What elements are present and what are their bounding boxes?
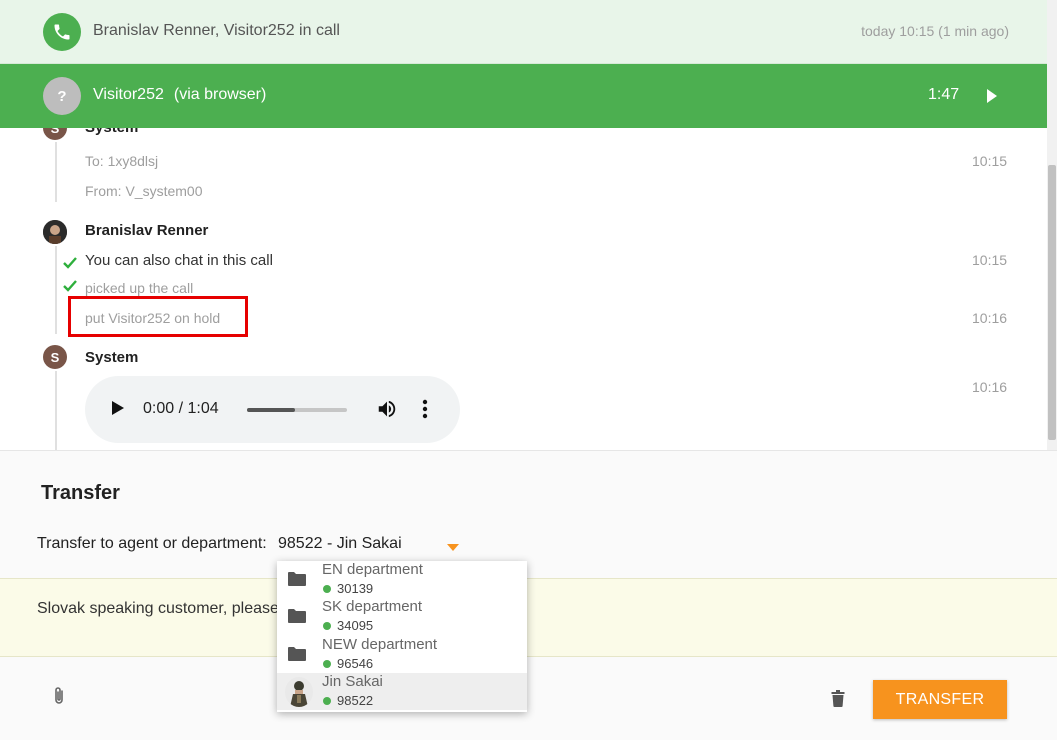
dropdown-option[interactable]: EN department 30139 (277, 561, 527, 598)
message-time: 10:16 (972, 379, 1008, 395)
play-recording-icon[interactable] (985, 88, 999, 109)
chat-message: To: 1xy8dlsj (85, 153, 159, 169)
transfer-note-text[interactable]: Slovak speaking customer, please (37, 600, 279, 618)
more-options-icon[interactable] (422, 399, 428, 424)
trash-icon[interactable] (831, 690, 845, 712)
call-header: Branislav Renner, Visitor252 in call tod… (0, 0, 1047, 64)
transfer-button[interactable]: TRANSFER (873, 680, 1007, 719)
highlight-box (68, 296, 248, 337)
volume-icon[interactable] (376, 398, 398, 425)
transfer-panel: Transfer Transfer to agent or department… (0, 450, 1057, 578)
option-number: 30139 (337, 581, 374, 596)
visitor-avatar: ? (43, 77, 81, 115)
chat-history: S System To: 1xy8dlsj 10:15 From: V_syst… (0, 128, 1047, 450)
thread-line (55, 142, 57, 202)
transfer-label: Transfer to agent or department: (37, 535, 267, 552)
chat-scrollbar-thumb[interactable] (1048, 165, 1056, 440)
agent-sender: Branislav Renner (85, 222, 209, 239)
system-sender: System (85, 128, 138, 136)
chat-message: You can also chat in this call (85, 252, 273, 269)
visitor-bar[interactable]: ? Visitor252 (via browser) 1:47 (0, 64, 1047, 128)
call-title: Branislav Renner, Visitor252 in call (93, 22, 340, 39)
online-status-dot (323, 622, 331, 630)
option-number: 96546 (337, 656, 374, 671)
audio-player[interactable]: 0:00 / 1:04 (85, 376, 460, 443)
chat-message: From: V_system00 (85, 183, 203, 199)
phone-icon (43, 13, 81, 51)
thread-line (55, 246, 57, 334)
visitor-name-line: Visitor252 (via browser) (93, 86, 266, 104)
visitor-name: Visitor252 (93, 86, 164, 103)
option-number: 34095 (337, 618, 374, 633)
agent-avatar (285, 677, 313, 707)
call-detail-view: Branislav Renner, Visitor252 in call tod… (0, 0, 1057, 740)
call-time: today 10:15 (1 min ago) (861, 23, 1009, 39)
audio-total: 1:04 (187, 400, 219, 417)
thread-line (55, 371, 57, 450)
call-duration: 1:47 (928, 86, 960, 103)
audio-play-icon[interactable] (111, 400, 125, 421)
audio-progress-fill (247, 408, 295, 412)
footer-bar: TRANSFER (0, 657, 1057, 740)
audio-separator: / (178, 400, 184, 417)
system-avatar: S (43, 128, 67, 140)
system-avatar: S (43, 345, 67, 369)
transfer-dropdown: EN department 30139 SK department 34095 … (277, 561, 527, 712)
option-name: EN department (322, 561, 423, 578)
visitor-via: (via browser) (173, 86, 267, 103)
delivered-check-icon (62, 256, 78, 275)
message-time: 10:15 (972, 252, 1008, 268)
option-name: SK department (322, 598, 423, 615)
paperclip-icon[interactable] (52, 686, 66, 711)
chat-message: picked up the call (85, 280, 194, 296)
audio-time: 0:00 / 1:04 (143, 400, 219, 418)
option-name: Jin Sakai (322, 673, 383, 690)
transfer-note[interactable]: Slovak speaking customer, please (0, 578, 1057, 657)
audio-current: 0:00 (143, 400, 175, 417)
agent-avatar (43, 220, 67, 244)
transfer-heading: Transfer (41, 482, 120, 504)
message-time: 10:16 (972, 310, 1008, 326)
folder-icon (287, 646, 307, 667)
message-time: 10:15 (972, 153, 1008, 169)
folder-icon (287, 571, 307, 592)
dropdown-option-selected[interactable]: Jin Sakai 98522 (277, 673, 527, 710)
online-status-dot (323, 660, 331, 668)
option-name: NEW department (322, 636, 438, 653)
dropdown-option[interactable]: NEW department 96546 (277, 636, 527, 673)
audio-progress[interactable] (247, 408, 347, 412)
dropdown-option[interactable]: SK department 34095 (277, 598, 527, 635)
folder-icon (287, 608, 307, 629)
chevron-down-icon[interactable] (447, 544, 459, 551)
online-status-dot (323, 697, 331, 705)
option-number: 98522 (337, 693, 374, 708)
online-status-dot (323, 585, 331, 593)
system-sender: System (85, 349, 139, 366)
transfer-select[interactable]: 98522 - Jin Sakai (278, 535, 402, 553)
